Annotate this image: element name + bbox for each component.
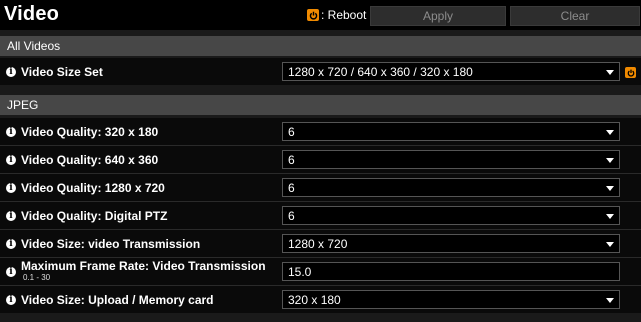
info-icon[interactable]: i	[6, 66, 16, 77]
select-value: 320 x 180	[288, 292, 341, 307]
video-size-upload-select[interactable]: 320 x 180	[282, 290, 620, 309]
setting-row-video-size-set: i Video Size Set 1280 x 720 / 640 x 360 …	[0, 58, 641, 85]
setting-label: i Video Size Set	[6, 58, 103, 85]
section-header-all-videos: All Videos	[0, 36, 641, 56]
quality-640-select[interactable]: 6	[282, 150, 620, 169]
setting-row-quality-1280: i Video Quality: 1280 x 720 6	[0, 174, 641, 201]
chevron-down-icon	[606, 242, 614, 247]
setting-row-quality-digital-ptz: i Video Quality: Digital PTZ 6	[0, 202, 641, 229]
info-icon[interactable]: i	[6, 182, 16, 193]
max-frame-rate-input[interactable]	[282, 262, 620, 281]
setting-label: i Video Size: Upload / Memory card	[6, 286, 214, 313]
apply-button[interactable]: Apply	[370, 6, 506, 26]
select-value: 6	[288, 124, 295, 139]
info-icon[interactable]: i	[6, 210, 16, 221]
setting-row-video-size-transmission: i Video Size: video Transmission 1280 x …	[0, 230, 641, 257]
info-icon[interactable]: i	[6, 126, 16, 137]
setting-row-quality-320: i Video Quality: 320 x 180 6	[0, 118, 641, 145]
select-value: 1280 x 720	[288, 236, 348, 251]
setting-label-text: Video Size Set	[21, 64, 103, 79]
select-value: 6	[288, 180, 295, 195]
setting-label: i Maximum Frame Rate: Video Transmission…	[6, 258, 266, 285]
select-value: 6	[288, 152, 295, 167]
reboot-icon	[625, 67, 636, 78]
chevron-down-icon	[606, 158, 614, 163]
reboot-legend-text: : Reboot	[321, 8, 367, 22]
quality-digital-ptz-select[interactable]: 6	[282, 206, 620, 225]
setting-label-text: Video Quality: 320 x 180	[21, 124, 159, 139]
select-value: 6	[288, 208, 295, 223]
setting-label-text: Maximum Frame Rate: Video Transmission	[21, 258, 266, 273]
page-title: Video	[4, 3, 60, 25]
setting-label: i Video Quality: 1280 x 720	[6, 174, 165, 201]
chevron-down-icon	[606, 70, 614, 75]
setting-row-quality-640: i Video Quality: 640 x 360 6	[0, 146, 641, 173]
quality-320-select[interactable]: 6	[282, 122, 620, 141]
info-icon[interactable]: i	[6, 238, 16, 249]
chevron-down-icon	[606, 298, 614, 303]
setting-range-hint: 0.1 - 30	[23, 272, 51, 282]
clear-button[interactable]: Clear	[510, 6, 640, 26]
chevron-down-icon	[606, 214, 614, 219]
setting-label: i Video Size: video Transmission	[6, 230, 200, 257]
select-value: 1280 x 720 / 640 x 360 / 320 x 180	[288, 64, 473, 79]
page-header: Video : Reboot Apply Clear	[0, 0, 641, 30]
setting-label-text: Video Quality: 1280 x 720	[21, 180, 165, 195]
setting-label-text: Video Quality: Digital PTZ	[21, 208, 168, 223]
section-header-jpeg: JPEG	[0, 95, 641, 115]
setting-label-text: Video Quality: 640 x 360	[21, 152, 159, 167]
setting-label: i Video Quality: Digital PTZ	[6, 202, 167, 229]
setting-label: i Video Quality: 320 x 180	[6, 118, 158, 145]
reboot-icon	[307, 9, 319, 21]
chevron-down-icon	[606, 186, 614, 191]
setting-label-text: Video Size: Upload / Memory card	[21, 292, 214, 307]
reboot-legend: : Reboot	[307, 8, 366, 22]
setting-label-stack: Maximum Frame Rate: Video Transmission 0…	[21, 258, 266, 283]
setting-row-video-size-upload: i Video Size: Upload / Memory card 320 x…	[0, 286, 641, 313]
video-size-transmission-select[interactable]: 1280 x 720	[282, 234, 620, 253]
info-icon[interactable]: i	[6, 266, 16, 277]
video-size-set-select[interactable]: 1280 x 720 / 640 x 360 / 320 x 180	[282, 62, 620, 81]
chevron-down-icon	[606, 130, 614, 135]
setting-row-max-frame-rate: i Maximum Frame Rate: Video Transmission…	[0, 258, 641, 285]
info-icon[interactable]: i	[6, 154, 16, 165]
quality-1280-select[interactable]: 6	[282, 178, 620, 197]
info-icon[interactable]: i	[6, 294, 16, 305]
setting-label: i Video Quality: 640 x 360	[6, 146, 158, 173]
setting-label-text: Video Size: video Transmission	[21, 236, 201, 251]
